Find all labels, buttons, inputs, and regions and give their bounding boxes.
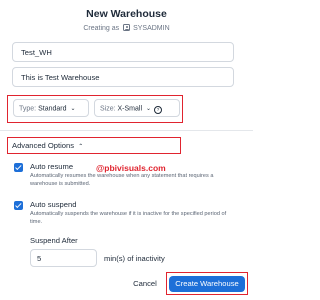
chevron-down-icon: ⌄ bbox=[70, 106, 76, 112]
creating-as-label: Creating as bbox=[83, 25, 120, 32]
type-select-value: Standard bbox=[38, 105, 67, 113]
dialog-subtitle: Creating as SYSADMIN bbox=[0, 24, 253, 32]
auto-suspend-description: Automatically suspends the warehouse if … bbox=[30, 211, 227, 225]
advanced-options-toggle[interactable]: Advanced Options ⌃ bbox=[12, 141, 83, 150]
size-select[interactable]: Size: X-Small ⌄ ? bbox=[94, 99, 180, 117]
type-select-label: Type: bbox=[19, 105, 37, 113]
section-divider bbox=[0, 130, 253, 131]
auto-resume-checkbox[interactable] bbox=[14, 163, 23, 172]
advanced-options-label: Advanced Options bbox=[12, 141, 75, 150]
auto-suspend-title: Auto suspend bbox=[30, 200, 77, 209]
auto-suspend-checkbox[interactable] bbox=[14, 201, 23, 210]
suspend-after-input[interactable]: 5 bbox=[30, 249, 97, 267]
size-select-label: Size: bbox=[100, 105, 116, 113]
create-warehouse-button[interactable]: Create Warehouse bbox=[169, 276, 245, 292]
auto-resume-title: Auto resume bbox=[30, 162, 74, 171]
dialog-title: New Warehouse bbox=[86, 8, 167, 20]
user-badge-icon bbox=[123, 24, 131, 31]
creator-role: SYSADMIN bbox=[133, 25, 170, 32]
chevron-down-icon: ⌄ bbox=[145, 106, 152, 112]
auto-resume-description: Automatically resumes the warehouse when… bbox=[30, 173, 214, 187]
type-select[interactable]: Type: Standard ⌄ bbox=[13, 99, 89, 117]
suspend-after-label: Suspend After bbox=[30, 236, 78, 245]
chevron-up-icon: ⌃ bbox=[78, 144, 84, 150]
help-circle-icon[interactable]: ? bbox=[153, 106, 162, 114]
warehouse-name-input[interactable]: Test_WH bbox=[12, 42, 234, 62]
suspend-after-unit: min(s) of inactivity bbox=[104, 254, 165, 263]
warehouse-comment-input[interactable]: This is Test Warehouse bbox=[12, 67, 234, 87]
watermark-text: @pbivisuals.com bbox=[96, 163, 166, 173]
size-select-value: X-Small bbox=[117, 105, 143, 113]
cancel-button[interactable]: Cancel bbox=[127, 276, 163, 292]
